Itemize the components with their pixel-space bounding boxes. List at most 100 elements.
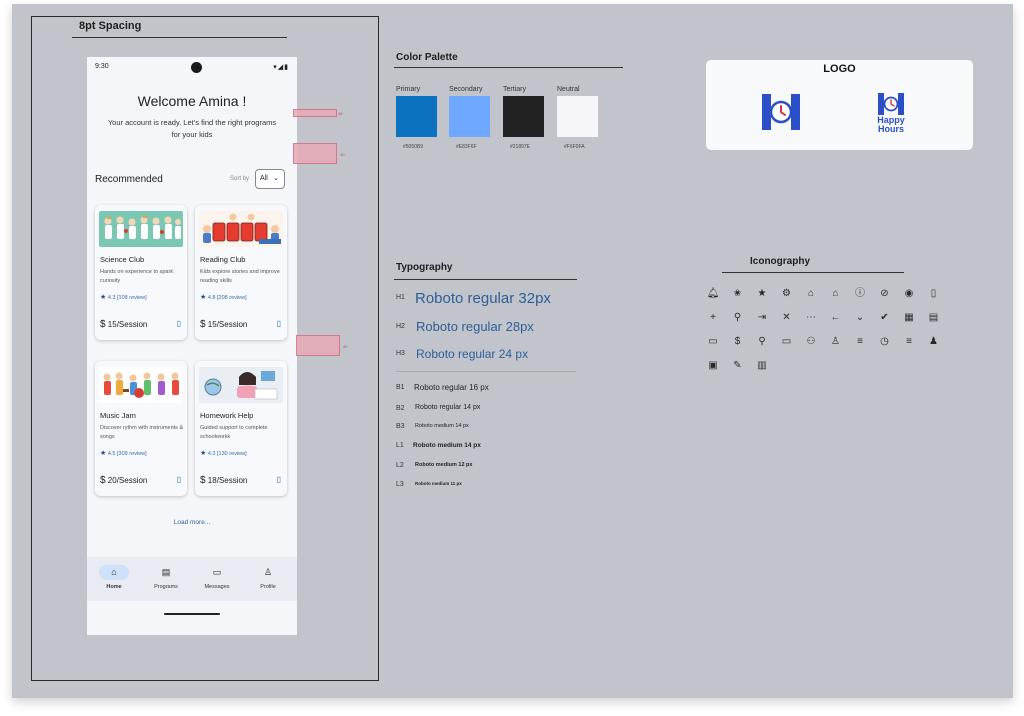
card-rating: ★ 4.8 [208 review] bbox=[200, 293, 247, 301]
person-icon: ♙ bbox=[831, 336, 840, 347]
home-icon: ⌂ bbox=[99, 565, 129, 580]
card-title: Music Jam bbox=[100, 411, 136, 420]
type-tag: B3 bbox=[396, 423, 405, 430]
logo-wordmark-line2: Hours bbox=[877, 124, 904, 134]
star-half-icon: ✬ bbox=[733, 288, 742, 299]
typography-underline bbox=[394, 279, 577, 280]
swatch-label: Tertiary bbox=[503, 86, 526, 93]
sort-label: Sort by bbox=[230, 176, 250, 182]
type-sample: Roboto medium 14 px bbox=[415, 423, 469, 429]
type-tag: L1 bbox=[396, 442, 404, 449]
chevron-down-icon: ⌄ bbox=[855, 312, 865, 323]
logo-mark-icon bbox=[762, 94, 800, 130]
plus-icon: + bbox=[710, 312, 716, 323]
pencil-icon: ✎ bbox=[733, 360, 742, 371]
bookmark-icon[interactable]: ▯ bbox=[277, 319, 281, 328]
chat-icon: ▭ bbox=[708, 336, 718, 347]
nav-item-home[interactable]: ⌂ Home bbox=[88, 565, 140, 590]
home-outline-icon: ⌂ bbox=[832, 288, 839, 299]
person-filled-icon: ♟ bbox=[929, 336, 938, 347]
calendar-icon: ▦ bbox=[904, 312, 914, 323]
type-sample: Roboto regular 32px bbox=[415, 290, 551, 307]
chevron-down-icon: ⌄ bbox=[273, 175, 279, 182]
logo-wordmark: Happy Hours bbox=[869, 116, 913, 134]
menu-icon: ≡ bbox=[857, 336, 863, 347]
design-canvas: 8pt Spacing 9:30 ▾◢▮ Welcome Amina ! You… bbox=[12, 4, 1013, 698]
card-description: Hands on experience to spark curiosity bbox=[100, 269, 174, 284]
swatch-hex: #F6F0FA bbox=[564, 144, 585, 150]
iconography-underline bbox=[722, 272, 904, 273]
type-tag: H3 bbox=[396, 350, 405, 357]
swatch-hex: #5050B9 bbox=[403, 144, 424, 150]
bookmark-icon: ▯ bbox=[930, 288, 937, 299]
load-more-link[interactable]: Load more... bbox=[87, 519, 297, 526]
camera-cutout bbox=[191, 62, 202, 73]
group-icon: ⚇ bbox=[806, 336, 816, 347]
swatch-secondary bbox=[449, 96, 490, 137]
dollar-icon: $ bbox=[734, 336, 741, 347]
star-icon: ★ bbox=[200, 294, 207, 301]
phone-screen: 9:30 ▾◢▮ Welcome Amina ! Your account is… bbox=[87, 57, 297, 635]
double-check-icon: ✔ bbox=[880, 312, 889, 323]
type-sample: Roboto regular 14 px bbox=[415, 404, 481, 411]
dollar-icon: $ bbox=[100, 319, 106, 330]
bottom-nav: ⌂ Home ▤ Programs ▭ Messages ♙ Profile bbox=[87, 557, 297, 601]
nav-label: Programs bbox=[154, 584, 178, 590]
card-price: $ 15/Session bbox=[200, 319, 247, 330]
gear-icon: ⚙ bbox=[782, 288, 791, 299]
program-card[interactable]: Music Jam Discover rythm with instrument… bbox=[95, 361, 187, 496]
swatch-label: Primary bbox=[396, 86, 421, 93]
color-palette-title: Color Palette bbox=[396, 52, 458, 63]
card-price: $ 15/Session bbox=[100, 319, 147, 330]
price-value: 18/Session bbox=[207, 476, 248, 485]
frame-title-underline bbox=[72, 37, 287, 38]
bookmark-icon[interactable]: ▯ bbox=[177, 475, 181, 484]
logo-panel: LOGO Happy Hours bbox=[706, 60, 973, 150]
music-jam-image bbox=[99, 367, 183, 403]
more-horizontal-icon: ⋯ bbox=[806, 312, 816, 323]
clipboard-icon: ▤ bbox=[928, 312, 939, 323]
program-card[interactable]: Science Club Hands on experience to spar… bbox=[95, 205, 187, 340]
type-tag: L2 bbox=[396, 462, 404, 469]
rating-value: 4.3 bbox=[107, 295, 116, 301]
color-palette-underline bbox=[394, 67, 623, 68]
spacing-marker bbox=[293, 109, 337, 117]
price-value: 20/Session bbox=[107, 476, 148, 485]
close-icon: ✕ bbox=[782, 312, 791, 323]
program-card[interactable]: Reading Club Kids explore stories and im… bbox=[195, 205, 287, 340]
badge-icon: ▣ bbox=[708, 360, 718, 371]
home-filled-icon: ⌂ bbox=[807, 288, 815, 299]
swatch-neutral bbox=[557, 96, 598, 137]
type-tag: H2 bbox=[396, 323, 405, 330]
nav-item-programs[interactable]: ▤ Programs bbox=[140, 565, 192, 590]
bookmark-icon[interactable]: ▯ bbox=[177, 319, 181, 328]
welcome-title: Welcome Amina ! bbox=[137, 93, 247, 109]
bell-icon: 🔔︎ bbox=[706, 288, 720, 299]
nav-item-profile[interactable]: ♙ Profile bbox=[242, 565, 294, 590]
type-tag: H1 bbox=[396, 294, 405, 301]
star-icon: ★ bbox=[200, 450, 207, 457]
sort-select[interactable]: All ⌄ bbox=[255, 169, 285, 189]
type-sample: Roboto regular 28px bbox=[416, 319, 534, 334]
type-sample: Roboto regular 16 px bbox=[414, 383, 489, 392]
rating-value: 4.8 bbox=[207, 295, 216, 301]
review-count: [208 review] bbox=[217, 295, 247, 301]
recommended-heading: Recommended bbox=[95, 174, 163, 185]
program-card[interactable]: Homework Help Guided support to complete… bbox=[195, 361, 287, 496]
type-sample: Roboto medium 11 px bbox=[415, 481, 462, 486]
type-sample: Roboto regular 24 px bbox=[416, 347, 529, 361]
nav-label: Profile bbox=[260, 584, 276, 590]
price-value: 15/Session bbox=[107, 320, 148, 329]
bookmark-icon[interactable]: ▯ bbox=[277, 475, 281, 484]
status-bar: 9:30 ▾◢▮ bbox=[95, 62, 289, 75]
arrow-left-icon: ← bbox=[830, 312, 841, 323]
eye-icon: ◉ bbox=[904, 288, 914, 299]
info-icon: ⓘ bbox=[855, 288, 865, 299]
nav-item-messages[interactable]: ▭ Messages bbox=[191, 565, 243, 590]
swatch-label: Neutral bbox=[557, 86, 580, 93]
spacing-marker bbox=[296, 335, 340, 356]
price-value: 15/Session bbox=[207, 320, 248, 329]
science-club-image bbox=[99, 211, 183, 247]
card-price: $ 20/Session bbox=[100, 475, 147, 486]
card-description: Guided support to complete schoolworkk bbox=[200, 425, 268, 440]
